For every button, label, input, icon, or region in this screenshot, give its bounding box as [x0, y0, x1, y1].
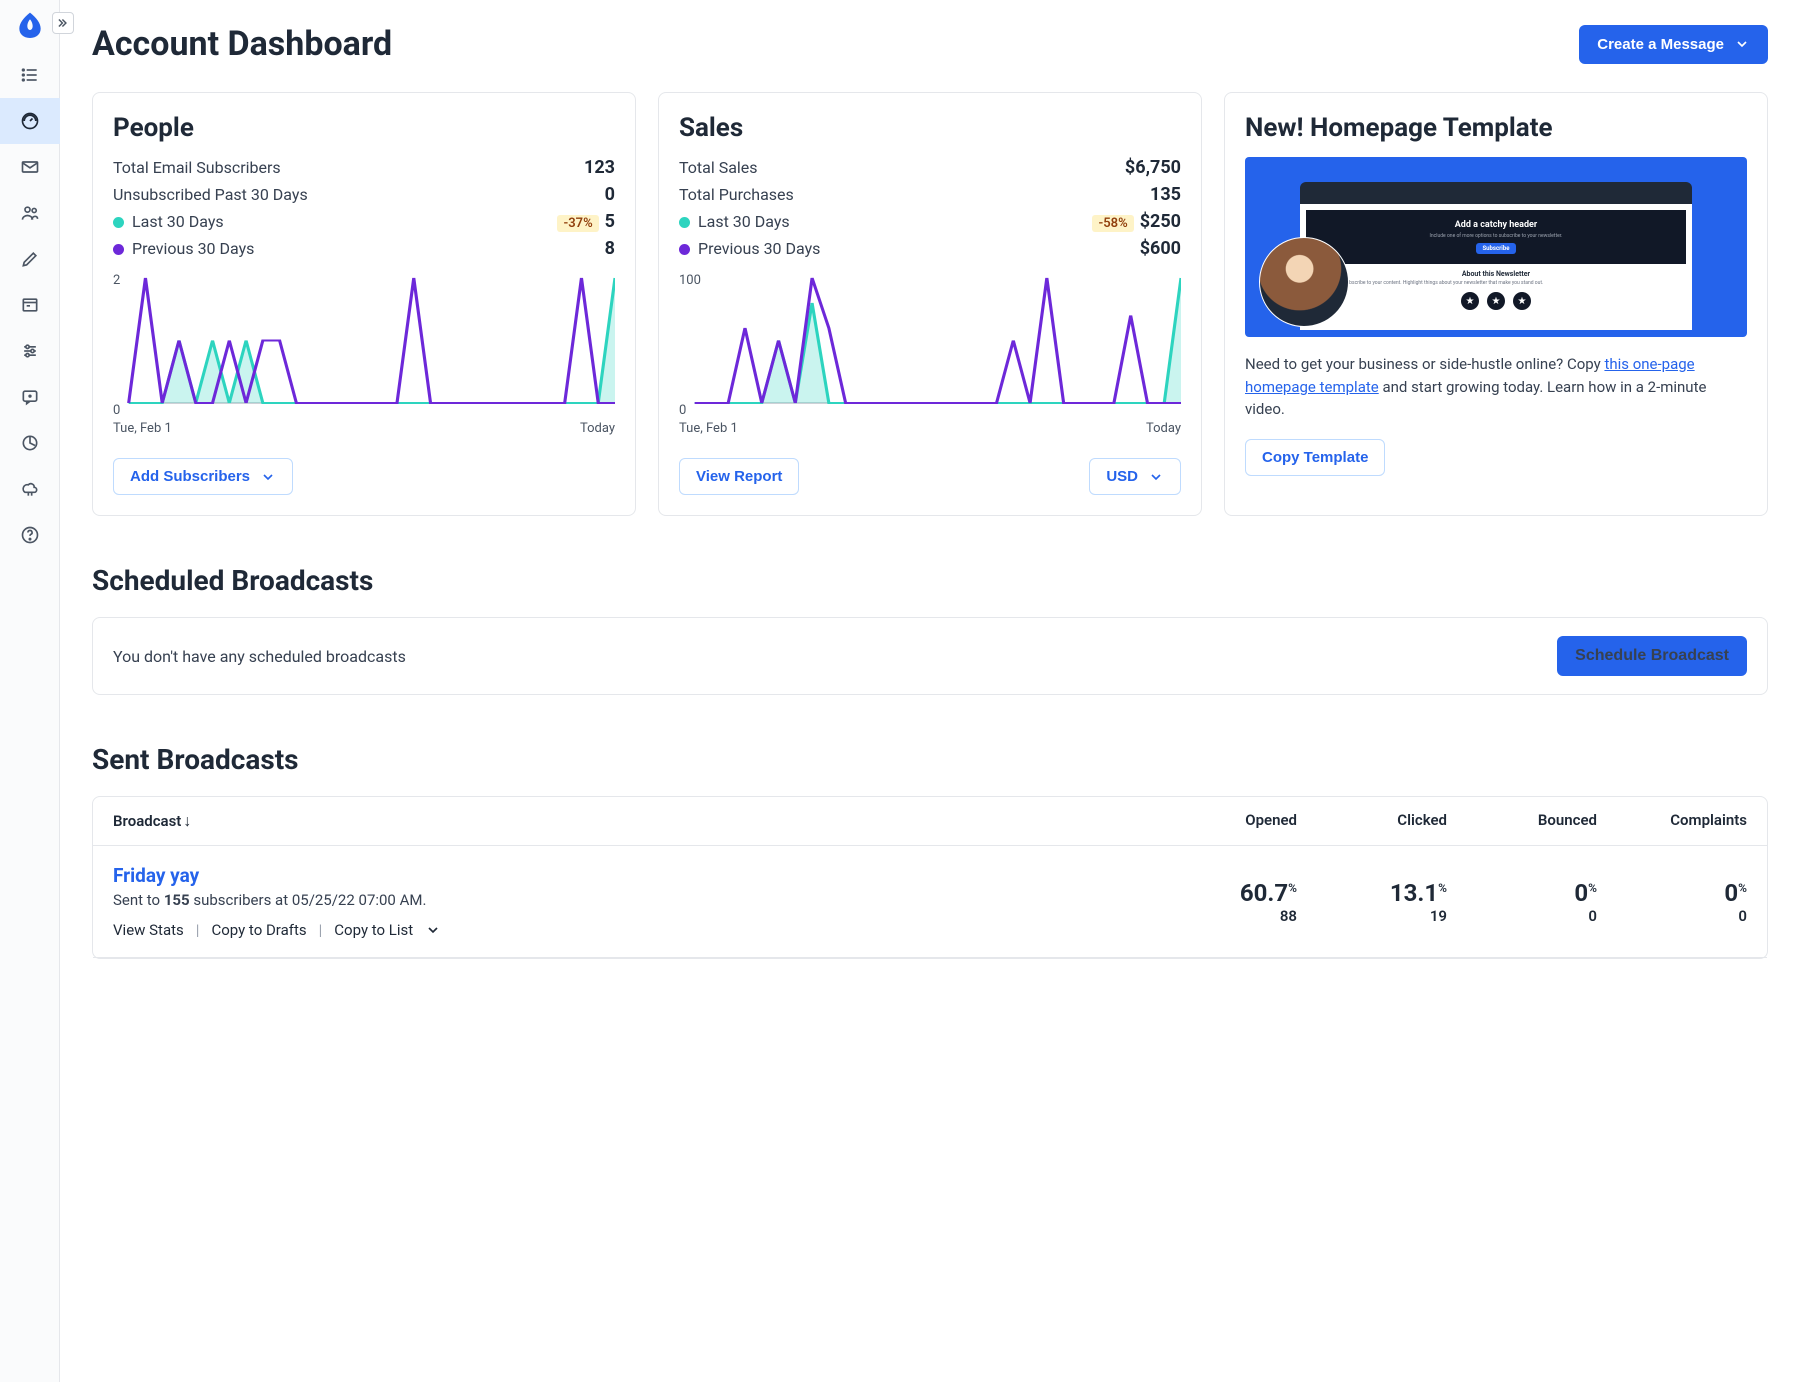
sent-broadcasts-table: Broadcast↓ Opened Clicked Bounced Compla…: [92, 796, 1768, 959]
people-delta-badge: -37%: [557, 215, 598, 232]
people-x-end: Today: [580, 421, 615, 436]
table-row: Friday yay Sent to 155 subscribers at 05…: [93, 846, 1767, 958]
people-prev30-value: 8: [605, 238, 615, 259]
chevron-down-icon: [1148, 469, 1164, 485]
dot-purple-icon: [113, 244, 124, 255]
sidebar-item-edit[interactable]: [0, 236, 60, 282]
schedule-broadcast-button[interactable]: Schedule Broadcast: [1557, 636, 1747, 676]
chevron-down-icon[interactable]: [425, 922, 441, 938]
sales-last30-value: $250: [1140, 211, 1181, 232]
sales-last30-label: Last 30 Days: [698, 212, 790, 231]
brand-logo: [14, 10, 46, 42]
currency-selector-button[interactable]: USD: [1089, 458, 1181, 495]
sales-title: Sales: [679, 113, 1181, 143]
sales-x-start: Tue, Feb 1: [679, 421, 738, 436]
sales-delta-badge: -58%: [1092, 215, 1133, 232]
people-x-start: Tue, Feb 1: [113, 421, 172, 436]
col-complaints[interactable]: Complaints: [1597, 811, 1747, 831]
sales-y-max: 100: [679, 273, 701, 288]
sidebar-item-conversations[interactable]: [0, 374, 60, 420]
copy-to-list-button[interactable]: Copy to List: [334, 921, 413, 939]
sent-title: Sent Broadcasts: [92, 743, 1768, 776]
sidebar-item-reports[interactable]: [0, 420, 60, 466]
main-content: Account Dashboard Create a Message Peopl…: [60, 0, 1800, 1382]
sales-total-value: $6,750: [1125, 157, 1181, 178]
bounced-pct: 0: [1574, 879, 1588, 907]
col-bounced[interactable]: Bounced: [1447, 811, 1597, 831]
sales-x-end: Today: [1146, 421, 1181, 436]
dot-teal-icon: [679, 217, 690, 228]
people-y-min: 0: [113, 403, 120, 418]
people-last30-label: Last 30 Days: [132, 212, 224, 231]
clicked-count: 19: [1297, 907, 1447, 925]
people-card: People Total Email Subscribers 123 Unsubs…: [92, 92, 636, 516]
dot-teal-icon: [113, 217, 124, 228]
broadcast-meta: Sent to 155 subscribers at 05/25/22 07:0…: [113, 891, 1147, 909]
sales-chart: [679, 273, 1181, 413]
avatar: [1259, 237, 1349, 327]
people-chart: [113, 273, 615, 413]
sort-desc-icon: ↓: [183, 811, 191, 830]
complaints-count: 0: [1597, 907, 1747, 925]
sales-purchases-value: 135: [1150, 184, 1181, 205]
people-total-label: Total Email Subscribers: [113, 158, 281, 177]
sales-total-label: Total Sales: [679, 158, 758, 177]
broadcast-title-link[interactable]: Friday yay: [113, 864, 1147, 887]
sidebar-item-dashboard[interactable]: [0, 98, 60, 144]
promo-image: Add a catchy header Include one of more …: [1245, 157, 1747, 337]
copy-template-button[interactable]: Copy Template: [1245, 439, 1385, 476]
people-prev30-label: Previous 30 Days: [132, 239, 254, 258]
scheduled-title: Scheduled Broadcasts: [92, 564, 1768, 597]
sidebar-item-help[interactable]: [0, 512, 60, 558]
col-broadcast[interactable]: Broadcast↓: [113, 811, 1147, 831]
chevron-down-icon: [260, 469, 276, 485]
sidebar-item-list[interactable]: [0, 52, 60, 98]
scheduled-empty-state: You don't have any scheduled broadcasts …: [92, 617, 1768, 695]
add-subscribers-button[interactable]: Add Subscribers: [113, 458, 293, 495]
col-clicked[interactable]: Clicked: [1297, 811, 1447, 831]
col-opened[interactable]: Opened: [1147, 811, 1297, 831]
sales-y-min: 0: [679, 403, 686, 418]
page-title: Account Dashboard: [92, 24, 392, 64]
people-last30-value: 5: [605, 211, 615, 232]
people-unsub-value: 0: [605, 184, 615, 205]
people-total-value: 123: [584, 157, 615, 178]
people-title: People: [113, 113, 615, 143]
sales-prev30-label: Previous 30 Days: [698, 239, 820, 258]
promo-card: New! Homepage Template Add a catchy head…: [1224, 92, 1768, 516]
opened-pct: 60.7: [1240, 879, 1288, 907]
create-message-button[interactable]: Create a Message: [1579, 25, 1768, 64]
chevron-down-icon: [1734, 36, 1750, 52]
opened-count: 88: [1147, 907, 1297, 925]
sidebar-item-settings[interactable]: [0, 328, 60, 374]
sales-prev30-value: $600: [1140, 238, 1181, 259]
scheduled-empty-text: You don't have any scheduled broadcasts: [113, 647, 406, 666]
sidebar-item-pages[interactable]: [0, 282, 60, 328]
expand-sidebar-button[interactable]: [52, 12, 74, 34]
sidebar-item-mail[interactable]: [0, 144, 60, 190]
view-stats-button[interactable]: View Stats: [113, 921, 184, 939]
view-report-button[interactable]: View Report: [679, 458, 799, 495]
people-unsub-label: Unsubscribed Past 30 Days: [113, 185, 308, 204]
dot-purple-icon: [679, 244, 690, 255]
promo-title: New! Homepage Template: [1245, 113, 1747, 143]
promo-description: Need to get your business or side-hustle…: [1245, 353, 1747, 421]
complaints-pct: 0: [1724, 879, 1738, 907]
sidebar-item-integrations[interactable]: [0, 466, 60, 512]
copy-to-drafts-button[interactable]: Copy to Drafts: [211, 921, 306, 939]
sidebar-nav: [0, 0, 60, 1382]
bounced-count: 0: [1447, 907, 1597, 925]
sales-purchases-label: Total Purchases: [679, 185, 794, 204]
clicked-pct: 13.1: [1390, 879, 1438, 907]
people-y-max: 2: [113, 273, 120, 288]
sidebar-item-people[interactable]: [0, 190, 60, 236]
sales-card: Sales Total Sales $6,750 Total Purchases 1…: [658, 92, 1202, 516]
